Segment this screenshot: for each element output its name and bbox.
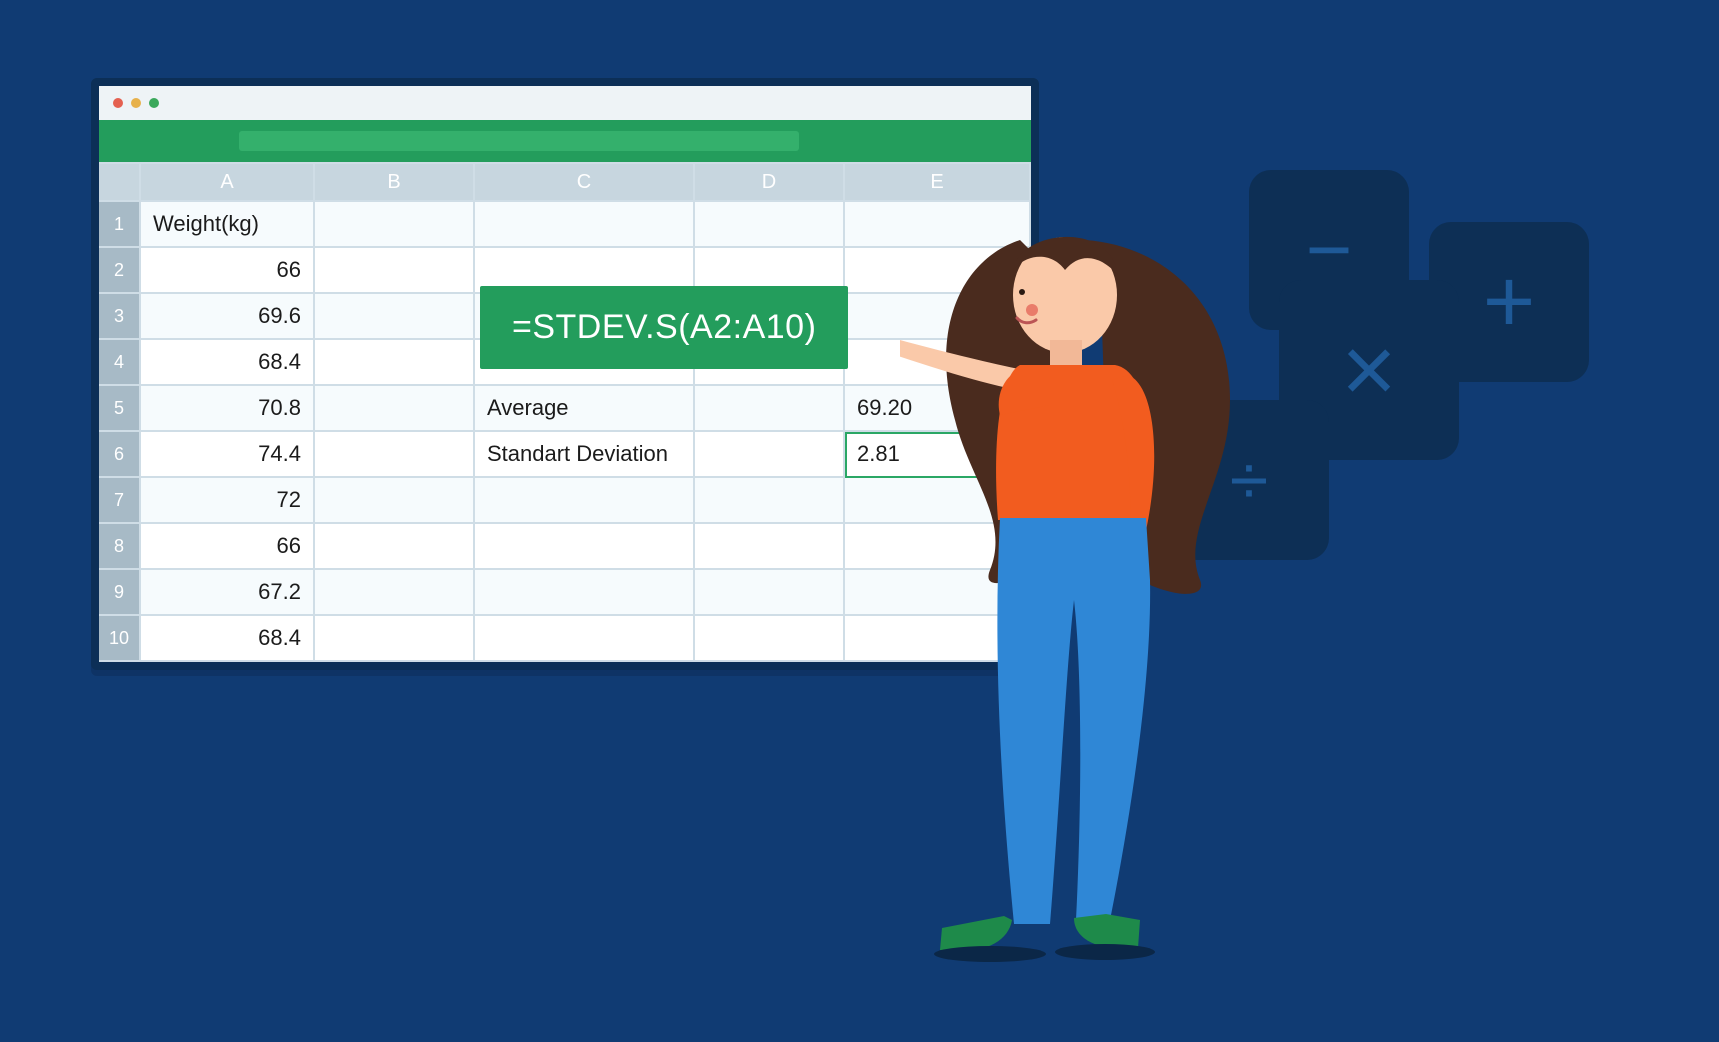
cell-d9[interactable] [695, 570, 845, 616]
toolbar [99, 120, 1031, 162]
cell-b10[interactable] [315, 616, 475, 662]
row-header[interactable]: 9 [99, 570, 141, 616]
close-icon[interactable] [113, 98, 123, 108]
col-header-d[interactable]: D [695, 164, 845, 202]
window-titlebar [99, 86, 1031, 120]
cell-c5[interactable]: Average [475, 386, 695, 432]
cell-a6[interactable]: 74.4 [141, 432, 315, 478]
cell-c8[interactable] [475, 524, 695, 570]
cell-a8[interactable]: 66 [141, 524, 315, 570]
cell-a9[interactable]: 67.2 [141, 570, 315, 616]
row-header[interactable]: 5 [99, 386, 141, 432]
cell-b2[interactable] [315, 248, 475, 294]
formula-callout: =STDEV.S(A2:A10) [480, 286, 848, 369]
row-header[interactable]: 2 [99, 248, 141, 294]
cell-c7[interactable] [475, 478, 695, 524]
cell-c1[interactable] [475, 202, 695, 248]
row-header[interactable]: 10 [99, 616, 141, 662]
cell-d1[interactable] [695, 202, 845, 248]
cell-a3[interactable]: 69.6 [141, 294, 315, 340]
cell-b5[interactable] [315, 386, 475, 432]
cell-a2[interactable]: 66 [141, 248, 315, 294]
spreadsheet-window: A B C D E 1 Weight(kg) 2 66 3 69.6 4 68.… [91, 78, 1039, 670]
cell-d8[interactable] [695, 524, 845, 570]
cell-b3[interactable] [315, 294, 475, 340]
cell-b4[interactable] [315, 340, 475, 386]
cell-c10[interactable] [475, 616, 695, 662]
cell-a4[interactable]: 68.4 [141, 340, 315, 386]
toolbar-strip [239, 131, 799, 151]
cell-c6[interactable]: Standart Deviation [475, 432, 695, 478]
cell-b1[interactable] [315, 202, 475, 248]
cell-a10[interactable]: 68.4 [141, 616, 315, 662]
col-header-c[interactable]: C [475, 164, 695, 202]
cell-d5[interactable] [695, 386, 845, 432]
cell-b8[interactable] [315, 524, 475, 570]
row-header[interactable]: 3 [99, 294, 141, 340]
col-header-corner[interactable] [99, 164, 141, 202]
cell-c9[interactable] [475, 570, 695, 616]
cell-d6[interactable] [695, 432, 845, 478]
row-header[interactable]: 7 [99, 478, 141, 524]
row-header[interactable]: 4 [99, 340, 141, 386]
minimize-icon[interactable] [131, 98, 141, 108]
person-illustration [900, 200, 1240, 1010]
cell-a7[interactable]: 72 [141, 478, 315, 524]
row-header[interactable]: 6 [99, 432, 141, 478]
maximize-icon[interactable] [149, 98, 159, 108]
row-header[interactable]: 8 [99, 524, 141, 570]
col-header-e[interactable]: E [845, 164, 1031, 202]
cell-b7[interactable] [315, 478, 475, 524]
col-header-b[interactable]: B [315, 164, 475, 202]
spreadsheet-grid[interactable]: A B C D E 1 Weight(kg) 2 66 3 69.6 4 68.… [99, 162, 1031, 662]
cell-d7[interactable] [695, 478, 845, 524]
cell-b6[interactable] [315, 432, 475, 478]
cell-a1[interactable]: Weight(kg) [141, 202, 315, 248]
cell-b9[interactable] [315, 570, 475, 616]
cell-a5[interactable]: 70.8 [141, 386, 315, 432]
cell-d10[interactable] [695, 616, 845, 662]
col-header-a[interactable]: A [141, 164, 315, 202]
row-header[interactable]: 1 [99, 202, 141, 248]
